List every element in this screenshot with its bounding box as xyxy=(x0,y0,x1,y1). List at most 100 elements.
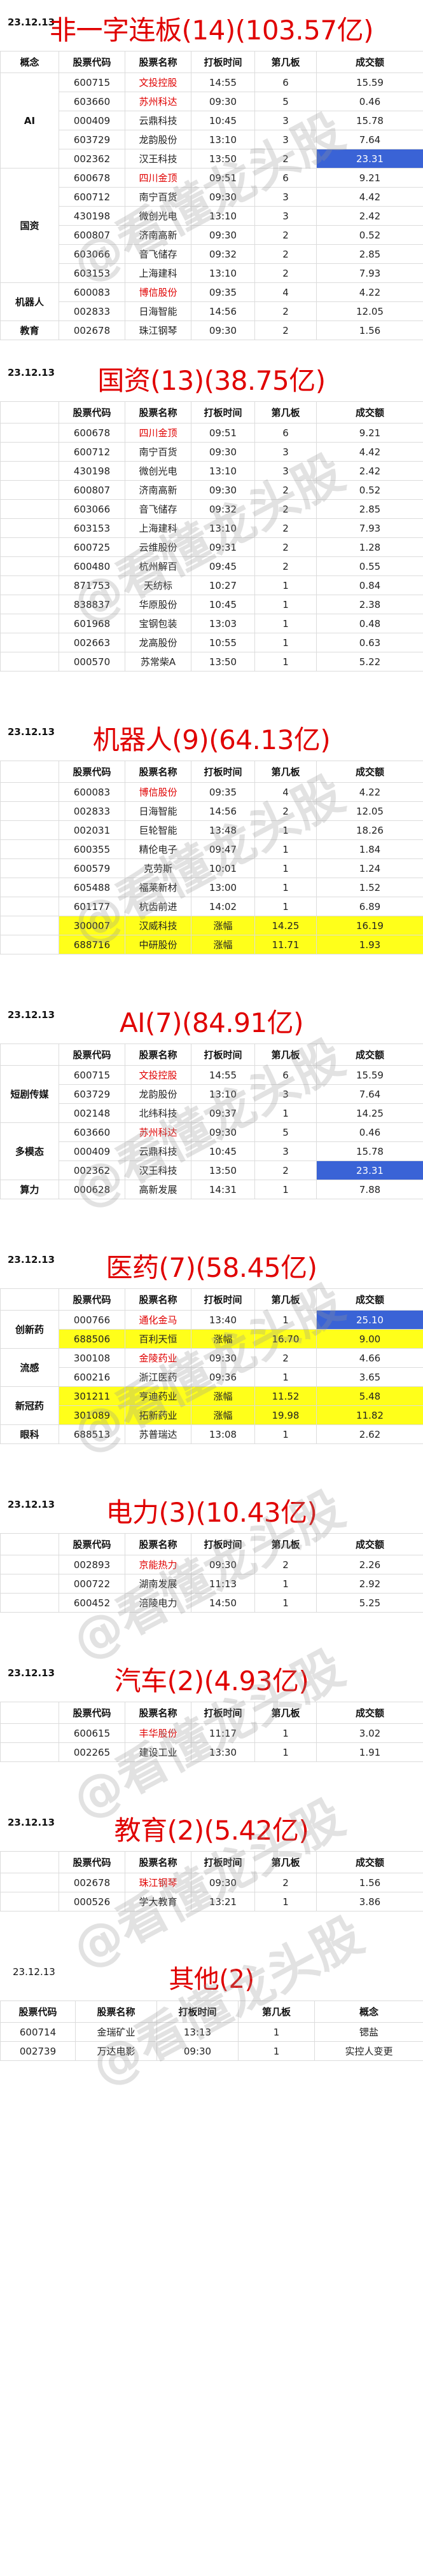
column-header: 打板时间 xyxy=(156,2001,239,2023)
table-row: 002362 汉王科技 13:50 2 23.31 xyxy=(1,1161,423,1180)
limit-time: 09:31 xyxy=(191,537,255,557)
section-header: 23.12.13 汽车(2)(4.93亿) xyxy=(0,1651,423,1702)
turnover: 0.46 xyxy=(316,92,423,111)
turnover: 2.85 xyxy=(316,244,423,264)
limit-time: 涨幅 xyxy=(191,916,255,935)
section-4: 23.12.13 医药(7)(58.45亿) 股票代码 股票名称 打板时间 第几板 成交额创… xyxy=(0,1237,423,1464)
concept-cell xyxy=(0,652,59,672)
stock-code: 600083 xyxy=(59,282,125,302)
stock-name: 涪陵电力 xyxy=(125,1593,191,1613)
table-row: 002663 龙高股份 10:55 1 0.63 xyxy=(0,633,423,652)
table-row: 新冠药 301211 亨迪药业 涨幅 11.52 5.48 xyxy=(0,1386,423,1425)
table-row: 300007 汉威科技 涨幅 14.25 16.19 xyxy=(0,916,423,935)
limit-time: 10:01 xyxy=(191,858,255,878)
turnover: 5.25 xyxy=(316,1593,423,1613)
column-header: 第几板 xyxy=(254,1702,317,1724)
turnover: 23.31 xyxy=(316,149,423,169)
turnover: 2.92 xyxy=(316,1574,423,1594)
turnover: 0.46 xyxy=(316,1122,423,1142)
limit-time: 13:00 xyxy=(191,878,255,897)
table-row: 国资 600678 四川金顶 09:51 6 9.21 xyxy=(0,168,423,283)
stock-code: 002678 xyxy=(59,1873,125,1892)
turnover: 15.59 xyxy=(316,1065,423,1085)
board-count: 19.98 xyxy=(254,1405,317,1425)
turnover: 7.93 xyxy=(316,263,423,283)
table-row: 600615 丰华股份 11:17 1 3.02 xyxy=(0,1723,423,1743)
column-header xyxy=(0,1533,59,1555)
stock-code: 600712 xyxy=(59,187,125,207)
stock-name: 四川金顶 xyxy=(125,168,191,188)
stock-code: 600579 xyxy=(59,858,125,878)
turnover: 15.78 xyxy=(316,1141,423,1161)
board-count: 1 xyxy=(254,614,317,633)
board-count: 3 xyxy=(254,442,317,462)
board-count: 1 xyxy=(254,1424,317,1444)
stock-name: 金陵药业 xyxy=(125,1348,191,1368)
board-count: 3 xyxy=(254,1141,317,1161)
table-row: 000526 学大教育 13:21 1 3.86 xyxy=(0,1892,423,1911)
stock-code: 301211 xyxy=(59,1386,125,1406)
table-row: 600725 云维股份 09:31 2 1.28 xyxy=(0,537,423,557)
stock-code: 603153 xyxy=(59,263,125,283)
turnover: 5.48 xyxy=(316,1386,423,1406)
stock-name: 文投控股 xyxy=(125,72,191,92)
stock-name: 汉王科技 xyxy=(125,149,191,169)
section-gap xyxy=(0,1199,423,1237)
table-row: 603729 龙韵股份 13:10 3 7.64 xyxy=(1,1084,423,1104)
turnover: 1.28 xyxy=(316,537,423,557)
other-table: 股票代码 股票名称 打板时间 第几板 概念 600714 金瑞矿业 13:13 1 锶盐 00273… xyxy=(0,2001,423,2061)
table-row: 算力 000628 高新发展 14:31 1 7.88 xyxy=(0,1180,423,1199)
concept-cell: 教育 xyxy=(0,320,59,340)
concept-cell xyxy=(0,480,59,500)
board-count: 3 xyxy=(254,111,317,130)
concept-cell: 算力 xyxy=(0,1180,59,1199)
turnover: 7.64 xyxy=(316,130,423,149)
table-row: 流感 300108 金陵药业 09:30 2 4.66 xyxy=(0,1348,423,1387)
column-header: 成交额 xyxy=(316,761,423,783)
stock-name: 上海建科 xyxy=(125,263,191,283)
section-gap xyxy=(0,954,423,993)
stock-code: 000628 xyxy=(59,1180,125,1199)
section-7: 23.12.13 教育(2)(5.42亿) 股票代码 股票名称 打板时间 第几板 成交额 00… xyxy=(0,1789,423,1980)
turnover: 4.66 xyxy=(316,1348,423,1368)
limit-time: 13:40 xyxy=(191,1310,255,1330)
concept-cell: 眼科 xyxy=(0,1424,59,1444)
limit-time: 09:35 xyxy=(191,282,255,302)
stock-code: 688716 xyxy=(59,935,125,954)
column-header: 股票代码 xyxy=(59,761,125,783)
section-title: 非一字连板(14)(103.57亿) xyxy=(50,15,373,46)
column-header: 打板时间 xyxy=(191,401,255,424)
stock-code: 002833 xyxy=(59,801,125,821)
stock-name: 汉威科技 xyxy=(125,916,191,935)
stock-code: 002678 xyxy=(59,320,125,340)
stock-code: 002265 xyxy=(59,1742,125,1762)
stock-code: 600678 xyxy=(59,168,125,188)
stock-name: 南宁百货 xyxy=(125,187,191,207)
concept-cell xyxy=(0,1873,59,1892)
limit-time: 10:45 xyxy=(191,1141,255,1161)
stock-code: 002148 xyxy=(59,1103,125,1123)
turnover: 2.85 xyxy=(316,499,423,519)
section-header: 23.12.13 教育(2)(5.42亿) xyxy=(0,1800,423,1851)
limit-time: 13:10 xyxy=(191,1084,255,1104)
limit-time: 14:55 xyxy=(191,1065,255,1085)
stock-name: 福莱新材 xyxy=(125,878,191,897)
stock-name: 万达电影 xyxy=(75,2041,157,2061)
turnover: 4.22 xyxy=(316,782,423,802)
column-header: 第几板 xyxy=(254,401,317,424)
board-count: 1 xyxy=(254,839,317,859)
board-count: 11.52 xyxy=(254,1386,317,1406)
limit-time: 13:08 xyxy=(191,1424,255,1444)
table-row: 603660 苏州科达 09:30 5 0.46 xyxy=(1,92,423,111)
stock-name: 京能热力 xyxy=(125,1555,191,1574)
table-header-row: 股票代码 股票名称 打板时间 第几板 概念 xyxy=(0,2001,423,2023)
turnover: 0.84 xyxy=(316,575,423,595)
table-row: 688716 中研股份 涨幅 11.71 1.93 xyxy=(0,935,423,954)
turnover: 1.84 xyxy=(316,839,423,859)
concept-cell: 流感 xyxy=(0,1348,59,1387)
table-row: 002031 巨轮智能 13:48 1 18.26 xyxy=(0,820,423,840)
board-count: 2 xyxy=(254,263,317,283)
column-header: 成交额 xyxy=(316,1702,423,1724)
column-header xyxy=(0,1043,59,1066)
stock-code: 600452 xyxy=(59,1593,125,1613)
